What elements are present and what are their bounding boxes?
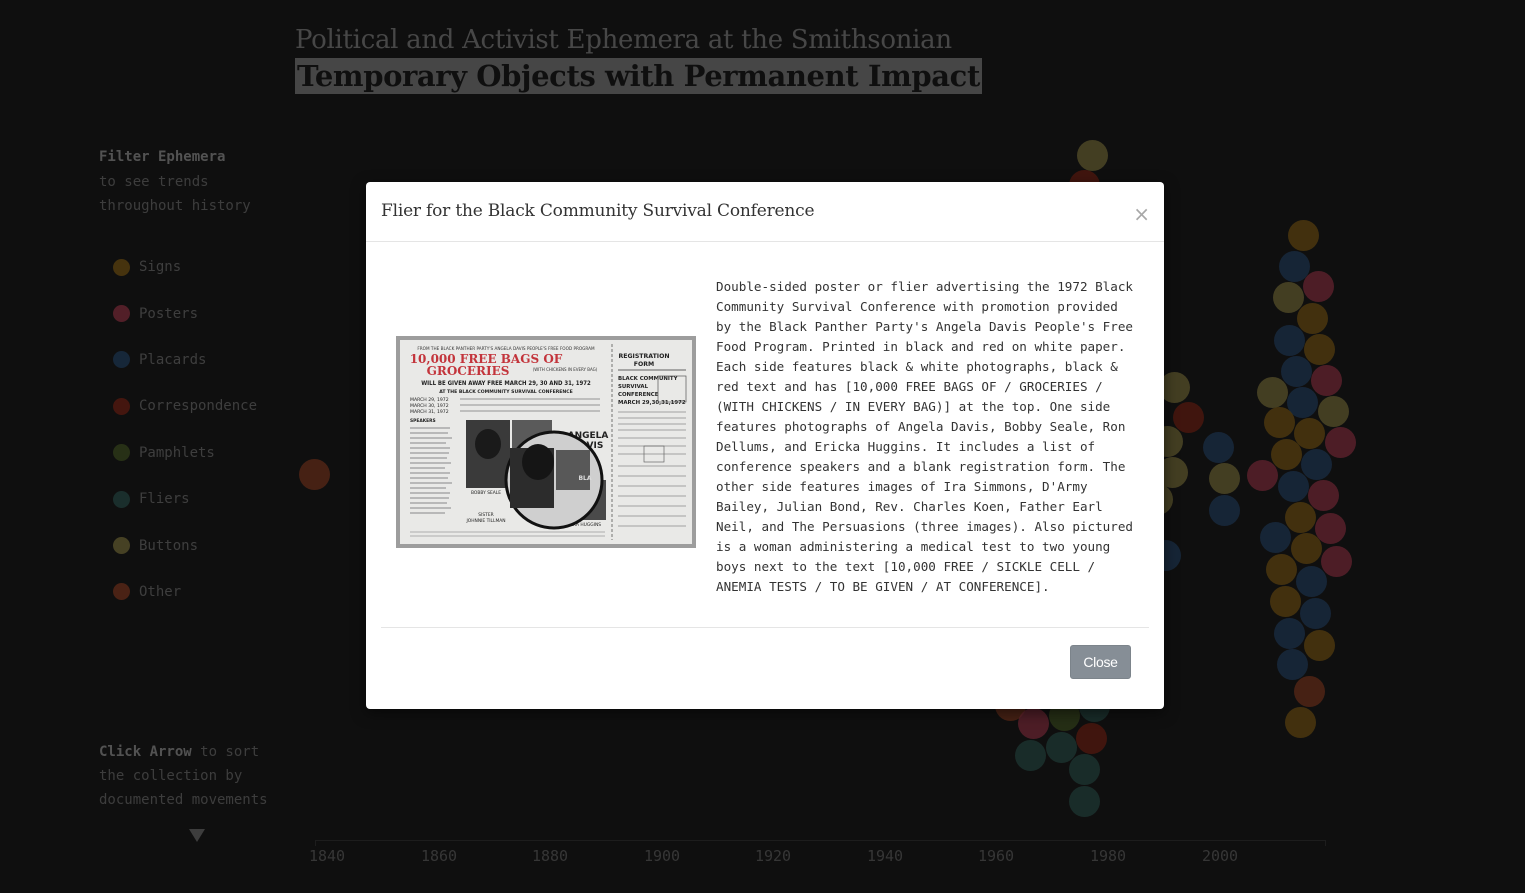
close-icon[interactable]: × [1133,204,1150,224]
flier-tillman: JOHNNIE TILLMAN [465,518,505,524]
flier-bobby: BOBBY SEALE [471,490,501,496]
flier-date-2: MARCH 30, 1972 [410,403,449,409]
flier-with-chickens: (WITH CHICKENS IN EVERY BAG) [533,367,598,372]
flier-illustration: FROM THE BLACK PANTHER PARTY'S ANGELA DA… [400,340,692,544]
flier-reg-1: REGISTRATION [618,353,669,360]
modal-footer-divider [381,627,1149,628]
flier-conf-1: BLACK COMMUNITY [618,376,678,382]
flier-speakers: SPEAKERS [410,418,436,424]
modal-description: Double-sided poster or flier advertising… [716,279,1134,594]
flier-reg-2: FORM [634,361,654,368]
flier-top-line: FROM THE BLACK PANTHER PARTY'S ANGELA DA… [417,346,595,351]
flier-conf-2: SURVIVAL [618,384,649,390]
modal-title: Flier for the Black Community Survival C… [381,201,815,221]
flier-date-3: MARCH 31, 1972 [410,409,449,415]
svg-text:BLA: BLA [578,475,591,482]
flier-conf-3: CONFERENCE [618,392,659,398]
flier-given-away: WILL BE GIVEN AWAY FREE MARCH 29, 30 AND… [421,380,591,387]
flier-headline-2: GROCERIES [427,364,510,378]
flier-at-conference: AT THE BLACK COMMUNITY SURVIVAL CONFEREN… [439,389,573,395]
flier-conf-4: MARCH 29,30,31,1972 [618,400,686,406]
item-detail-modal: Flier for the Black Community Survival C… [366,182,1164,709]
flier-image[interactable]: FROM THE BLACK PANTHER PARTY'S ANGELA DA… [396,336,696,548]
flier-sister: SISTER [478,512,493,518]
flier-date-1: MARCH 29, 1972 [410,397,449,403]
close-button[interactable]: Close [1070,645,1131,679]
modal-header: Flier for the Black Community Survival C… [366,182,1164,242]
